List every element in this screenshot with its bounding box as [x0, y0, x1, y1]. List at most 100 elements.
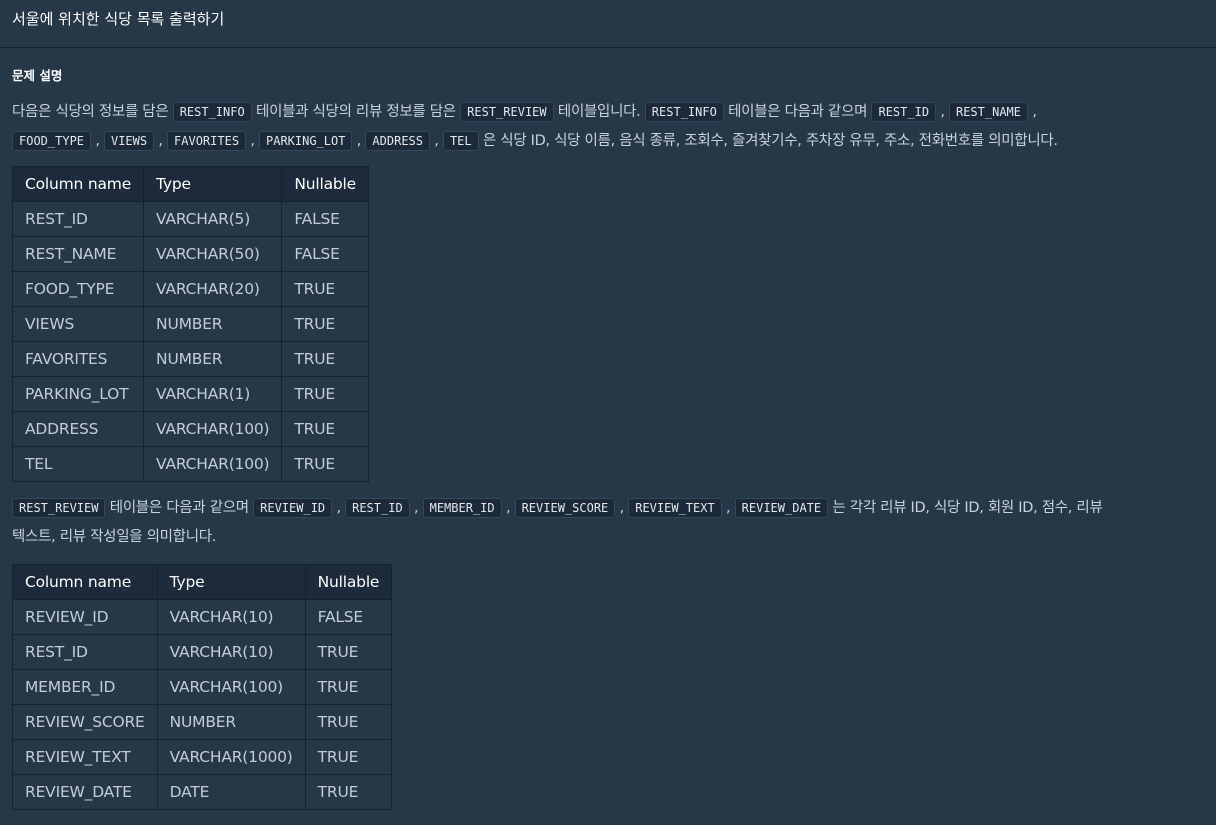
section-title: 문제 설명 [12, 68, 63, 83]
table-header-row: Column name Type Nullable [11, 166, 370, 202]
inline-code: REVIEW_SCORE [514, 498, 616, 518]
inline-code: MEMBER_ID [422, 498, 502, 518]
table-row: REVIEW_SCORE NUMBER TRUE [12, 704, 393, 740]
text-run: 은 식당 ID, 식당 이름, 음식 종류, 조회수, 즐겨찾기수, 주차장 유… [478, 133, 1058, 149]
inline-code: ADDRESS [365, 131, 430, 151]
inline-code: REST_INFO [644, 102, 724, 122]
rest-info-table: Column name Type Nullable REST_ID VARCHAR(5)… [11, 166, 370, 482]
table-cell: DATE [156, 774, 306, 810]
text-run: , [615, 500, 629, 516]
table-row: PARKING_LOT VARCHAR(1) TRUE [11, 376, 370, 412]
table-cell: FALSE [281, 201, 370, 237]
table-cell: FALSE [304, 599, 393, 635]
table-cell: VARCHAR(1) [143, 376, 283, 412]
text-run: , [352, 133, 366, 149]
table-row: REVIEW_TEXT VARCHAR(1000) TRUE [12, 739, 393, 775]
inline-code: FAVORITES [167, 131, 247, 151]
table-cell: VARCHAR(10) [156, 634, 306, 670]
column-header: Nullable [281, 166, 370, 202]
table-cell: REST_NAME [11, 236, 145, 272]
inline-code: REVIEW_DATE [734, 498, 829, 518]
inline-code: REST_INFO [172, 102, 252, 122]
description-line: 텍스트, 리뷰 작성일을 의미합니다. [12, 523, 1204, 552]
table-cell: REST_ID [12, 634, 158, 670]
table-cell: VARCHAR(1000) [156, 739, 306, 775]
description-line: FOOD_TYPE , VIEWS , FAVORITES , PARKING_… [12, 127, 1204, 156]
problem-description: 문제 설명 다음은 식당의 정보를 담은 REST_INFO 테이블과 식당의 … [0, 67, 1216, 810]
inline-code: REST_NAME [948, 102, 1029, 122]
table-cell: VARCHAR(5) [143, 201, 283, 237]
table-cell: TRUE [281, 411, 370, 447]
text-run: 는 각각 리뷰 ID, 식당 ID, 회원 ID, 점수, 리뷰 [828, 500, 1103, 516]
table-cell: FOOD_TYPE [11, 271, 145, 307]
rest-review-table: Column name Type Nullable REVIEW_ID VARCHAR(… [12, 564, 393, 810]
table-cell: VARCHAR(100) [156, 669, 306, 705]
table-cell: REVIEW_SCORE [12, 704, 158, 740]
table-cell: REST_ID [11, 201, 145, 237]
table-row: VIEWS NUMBER TRUE [11, 306, 370, 342]
table-cell: VARCHAR(100) [143, 446, 283, 482]
inline-code: TEL [442, 131, 479, 151]
table-cell: TRUE [281, 306, 370, 342]
table-cell: NUMBER [156, 704, 306, 740]
inline-code: VIEWS [103, 131, 155, 151]
inline-code: FOOD_TYPE [12, 131, 92, 151]
table-cell: VIEWS [11, 306, 145, 342]
table-cell: NUMBER [143, 306, 283, 342]
table-row: REVIEW_DATE DATE TRUE [12, 774, 393, 810]
column-header: Type [143, 166, 283, 202]
text-run: 텍스트, 리뷰 작성일을 의미합니다. [12, 529, 217, 545]
column-header: Type [156, 564, 306, 600]
table-cell: FAVORITES [11, 341, 145, 377]
problem-title: 서울에 위치한 식당 목록 출력하기 [12, 10, 225, 28]
table-cell: TRUE [304, 669, 393, 705]
table-row: ADDRESS VARCHAR(100) TRUE [11, 411, 370, 447]
inline-code: REVIEW_ID [253, 498, 333, 518]
rest-info-description: 다음은 식당의 정보를 담은 REST_INFO 테이블과 식당의 리뷰 정보를… [12, 98, 1204, 156]
text-run: , [91, 133, 104, 149]
column-header: Column name [11, 166, 145, 202]
table-row: MEMBER_ID VARCHAR(100) TRUE [12, 669, 393, 705]
inline-code: REST_ID [871, 102, 937, 122]
table-cell: TRUE [281, 271, 370, 307]
text-run: , [501, 500, 515, 516]
text-run: , [721, 500, 735, 516]
rest-review-description: REST_REVIEW 테이블은 다음과 같으며 REVIEW_ID , RES… [12, 494, 1204, 552]
table-cell: TRUE [281, 446, 370, 482]
text-run: , [246, 133, 259, 149]
text-run: , [936, 104, 949, 120]
table-cell: VARCHAR(20) [143, 271, 283, 307]
table-row: REST_ID VARCHAR(5) FALSE [11, 201, 370, 237]
table-cell: TEL [11, 446, 145, 482]
text-run: , [154, 133, 168, 149]
table-cell: VARCHAR(50) [143, 236, 283, 272]
description-line: REST_REVIEW 테이블은 다음과 같으며 REVIEW_ID , RES… [12, 494, 1204, 523]
text-run: 테이블입니다. [553, 104, 645, 120]
table-cell: TRUE [304, 704, 393, 740]
text-run: , [409, 500, 423, 516]
table-row: REST_ID VARCHAR(10) TRUE [12, 634, 393, 670]
table-row: REVIEW_ID VARCHAR(10) FALSE [12, 599, 393, 635]
table-cell: TRUE [304, 634, 393, 670]
problem-header: 서울에 위치한 식당 목록 출력하기 [0, 0, 1216, 48]
table-cell: PARKING_LOT [11, 376, 145, 412]
table-cell: VARCHAR(100) [143, 411, 283, 447]
column-header: Nullable [304, 564, 393, 600]
table-cell: TRUE [304, 774, 393, 810]
table-cell: MEMBER_ID [12, 669, 158, 705]
table-cell: FALSE [281, 236, 370, 272]
table-cell: TRUE [281, 341, 370, 377]
column-header: Column name [12, 564, 158, 600]
table-row: REST_NAME VARCHAR(50) FALSE [11, 236, 370, 272]
text-run: 테이블과 식당의 리뷰 정보를 담은 [251, 104, 461, 120]
text-run: , [332, 500, 346, 516]
inline-code: REST_ID [345, 498, 410, 518]
text-run: 테이블은 다음과 같으며 [723, 104, 872, 120]
description-line: 다음은 식당의 정보를 담은 REST_INFO 테이블과 식당의 리뷰 정보를… [12, 98, 1204, 127]
table-row: TEL VARCHAR(100) TRUE [11, 446, 370, 482]
table-cell: NUMBER [143, 341, 283, 377]
table-cell: REVIEW_ID [12, 599, 158, 635]
table-cell: ADDRESS [11, 411, 145, 447]
table-cell: REVIEW_TEXT [12, 739, 158, 775]
inline-code: PARKING_LOT [259, 131, 353, 151]
